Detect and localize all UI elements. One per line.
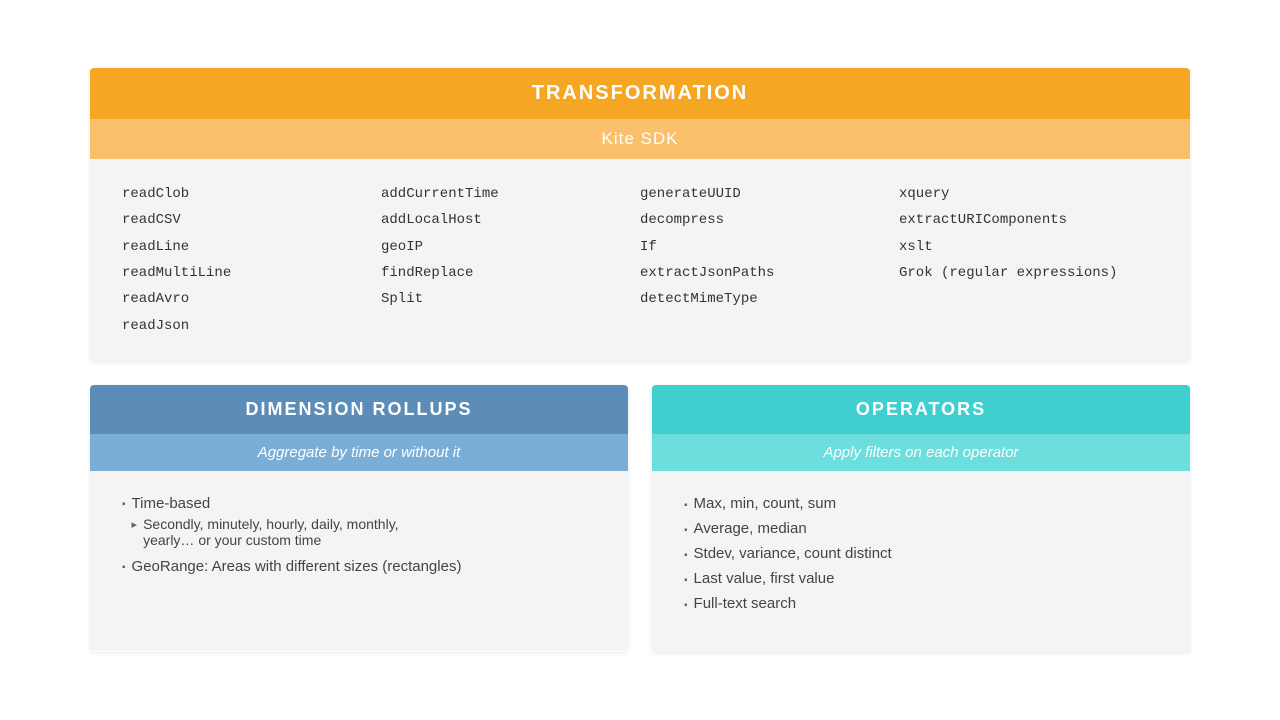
- trans-item: xquery: [899, 183, 1158, 205]
- trans-item: extractJsonPaths: [640, 262, 899, 284]
- trans-item: readMultiLine: [122, 262, 381, 284]
- dimension-rollups-body: Time-based Secondly, minutely, hourly, d…: [90, 471, 628, 651]
- transformation-header: TRANSFORMATION: [90, 68, 1190, 119]
- list-item-text: GeoRange: Areas with different sizes (re…: [132, 558, 462, 575]
- list-item: GeoRange: Areas with different sizes (re…: [122, 558, 596, 575]
- trans-item: detectMimeType: [640, 288, 899, 310]
- trans-item: readCSV: [122, 209, 381, 231]
- list-item: Average, median: [684, 520, 1158, 537]
- list-item: Time-based Secondly, minutely, hourly, d…: [122, 495, 596, 552]
- sub-list-item: Secondly, minutely, hourly, daily, month…: [132, 516, 399, 548]
- trans-col-2: addCurrentTime addLocalHost geoIP findRepla…: [381, 183, 640, 337]
- dimension-rollups-header: DIMENSION ROLLUPS: [90, 385, 628, 434]
- trans-item: addCurrentTime: [381, 183, 640, 205]
- trans-item: readClob: [122, 183, 381, 205]
- operators-subheader: Apply filters on each operator: [652, 434, 1190, 471]
- trans-item: geoIP: [381, 236, 640, 258]
- list-item: Max, min, count, sum: [684, 495, 1158, 512]
- trans-item: Split: [381, 288, 640, 310]
- list-item: Stdev, variance, count distinct: [684, 545, 1158, 562]
- trans-item: generateUUID: [640, 183, 899, 205]
- trans-item: Grok (regular expressions): [899, 262, 1158, 284]
- list-item-text: Time-based: [132, 495, 211, 512]
- operators-block: OPERATORS Apply filters on each operator…: [652, 385, 1190, 652]
- bottom-row: DIMENSION ROLLUPS Aggregate by time or w…: [90, 385, 1190, 652]
- operators-list: Max, min, count, sum Average, median Std…: [684, 495, 1158, 612]
- trans-item: extractURIComponents: [899, 209, 1158, 231]
- list-item: Last value, first value: [684, 570, 1158, 587]
- trans-col-4: xquery extractURIComponents xslt Grok (regu…: [899, 183, 1158, 337]
- trans-item: xslt: [899, 236, 1158, 258]
- dimension-rollups-block: DIMENSION ROLLUPS Aggregate by time or w…: [90, 385, 628, 652]
- trans-item: addLocalHost: [381, 209, 640, 231]
- operators-header: OPERATORS: [652, 385, 1190, 434]
- trans-col-3: generateUUID decompress If extractJsonPaths…: [640, 183, 899, 337]
- operators-body: Max, min, count, sum Average, median Std…: [652, 471, 1190, 652]
- trans-item: readJson: [122, 315, 381, 337]
- transformation-block: TRANSFORMATION Kite SDK readClobreadCSVr…: [90, 68, 1190, 361]
- transformation-body: readClob readCSV readLine readMultiLine read…: [90, 159, 1190, 361]
- trans-item: If: [640, 236, 899, 258]
- kite-sdk-header: Kite SDK: [90, 119, 1190, 159]
- slide: TRANSFORMATION Kite SDK readClobreadCSVr…: [90, 68, 1190, 652]
- sub-list: Secondly, minutely, hourly, daily, month…: [132, 516, 399, 548]
- trans-item: readLine: [122, 236, 381, 258]
- trans-item: decompress: [640, 209, 899, 231]
- trans-item: findReplace: [381, 262, 640, 284]
- list-item: Full-text search: [684, 595, 1158, 612]
- trans-col-1: readClob readCSV readLine readMultiLine read…: [122, 183, 381, 337]
- dimension-rollups-subheader: Aggregate by time or without it: [90, 434, 628, 471]
- dimension-rollups-list: Time-based Secondly, minutely, hourly, d…: [122, 495, 596, 575]
- trans-item: readAvro: [122, 288, 381, 310]
